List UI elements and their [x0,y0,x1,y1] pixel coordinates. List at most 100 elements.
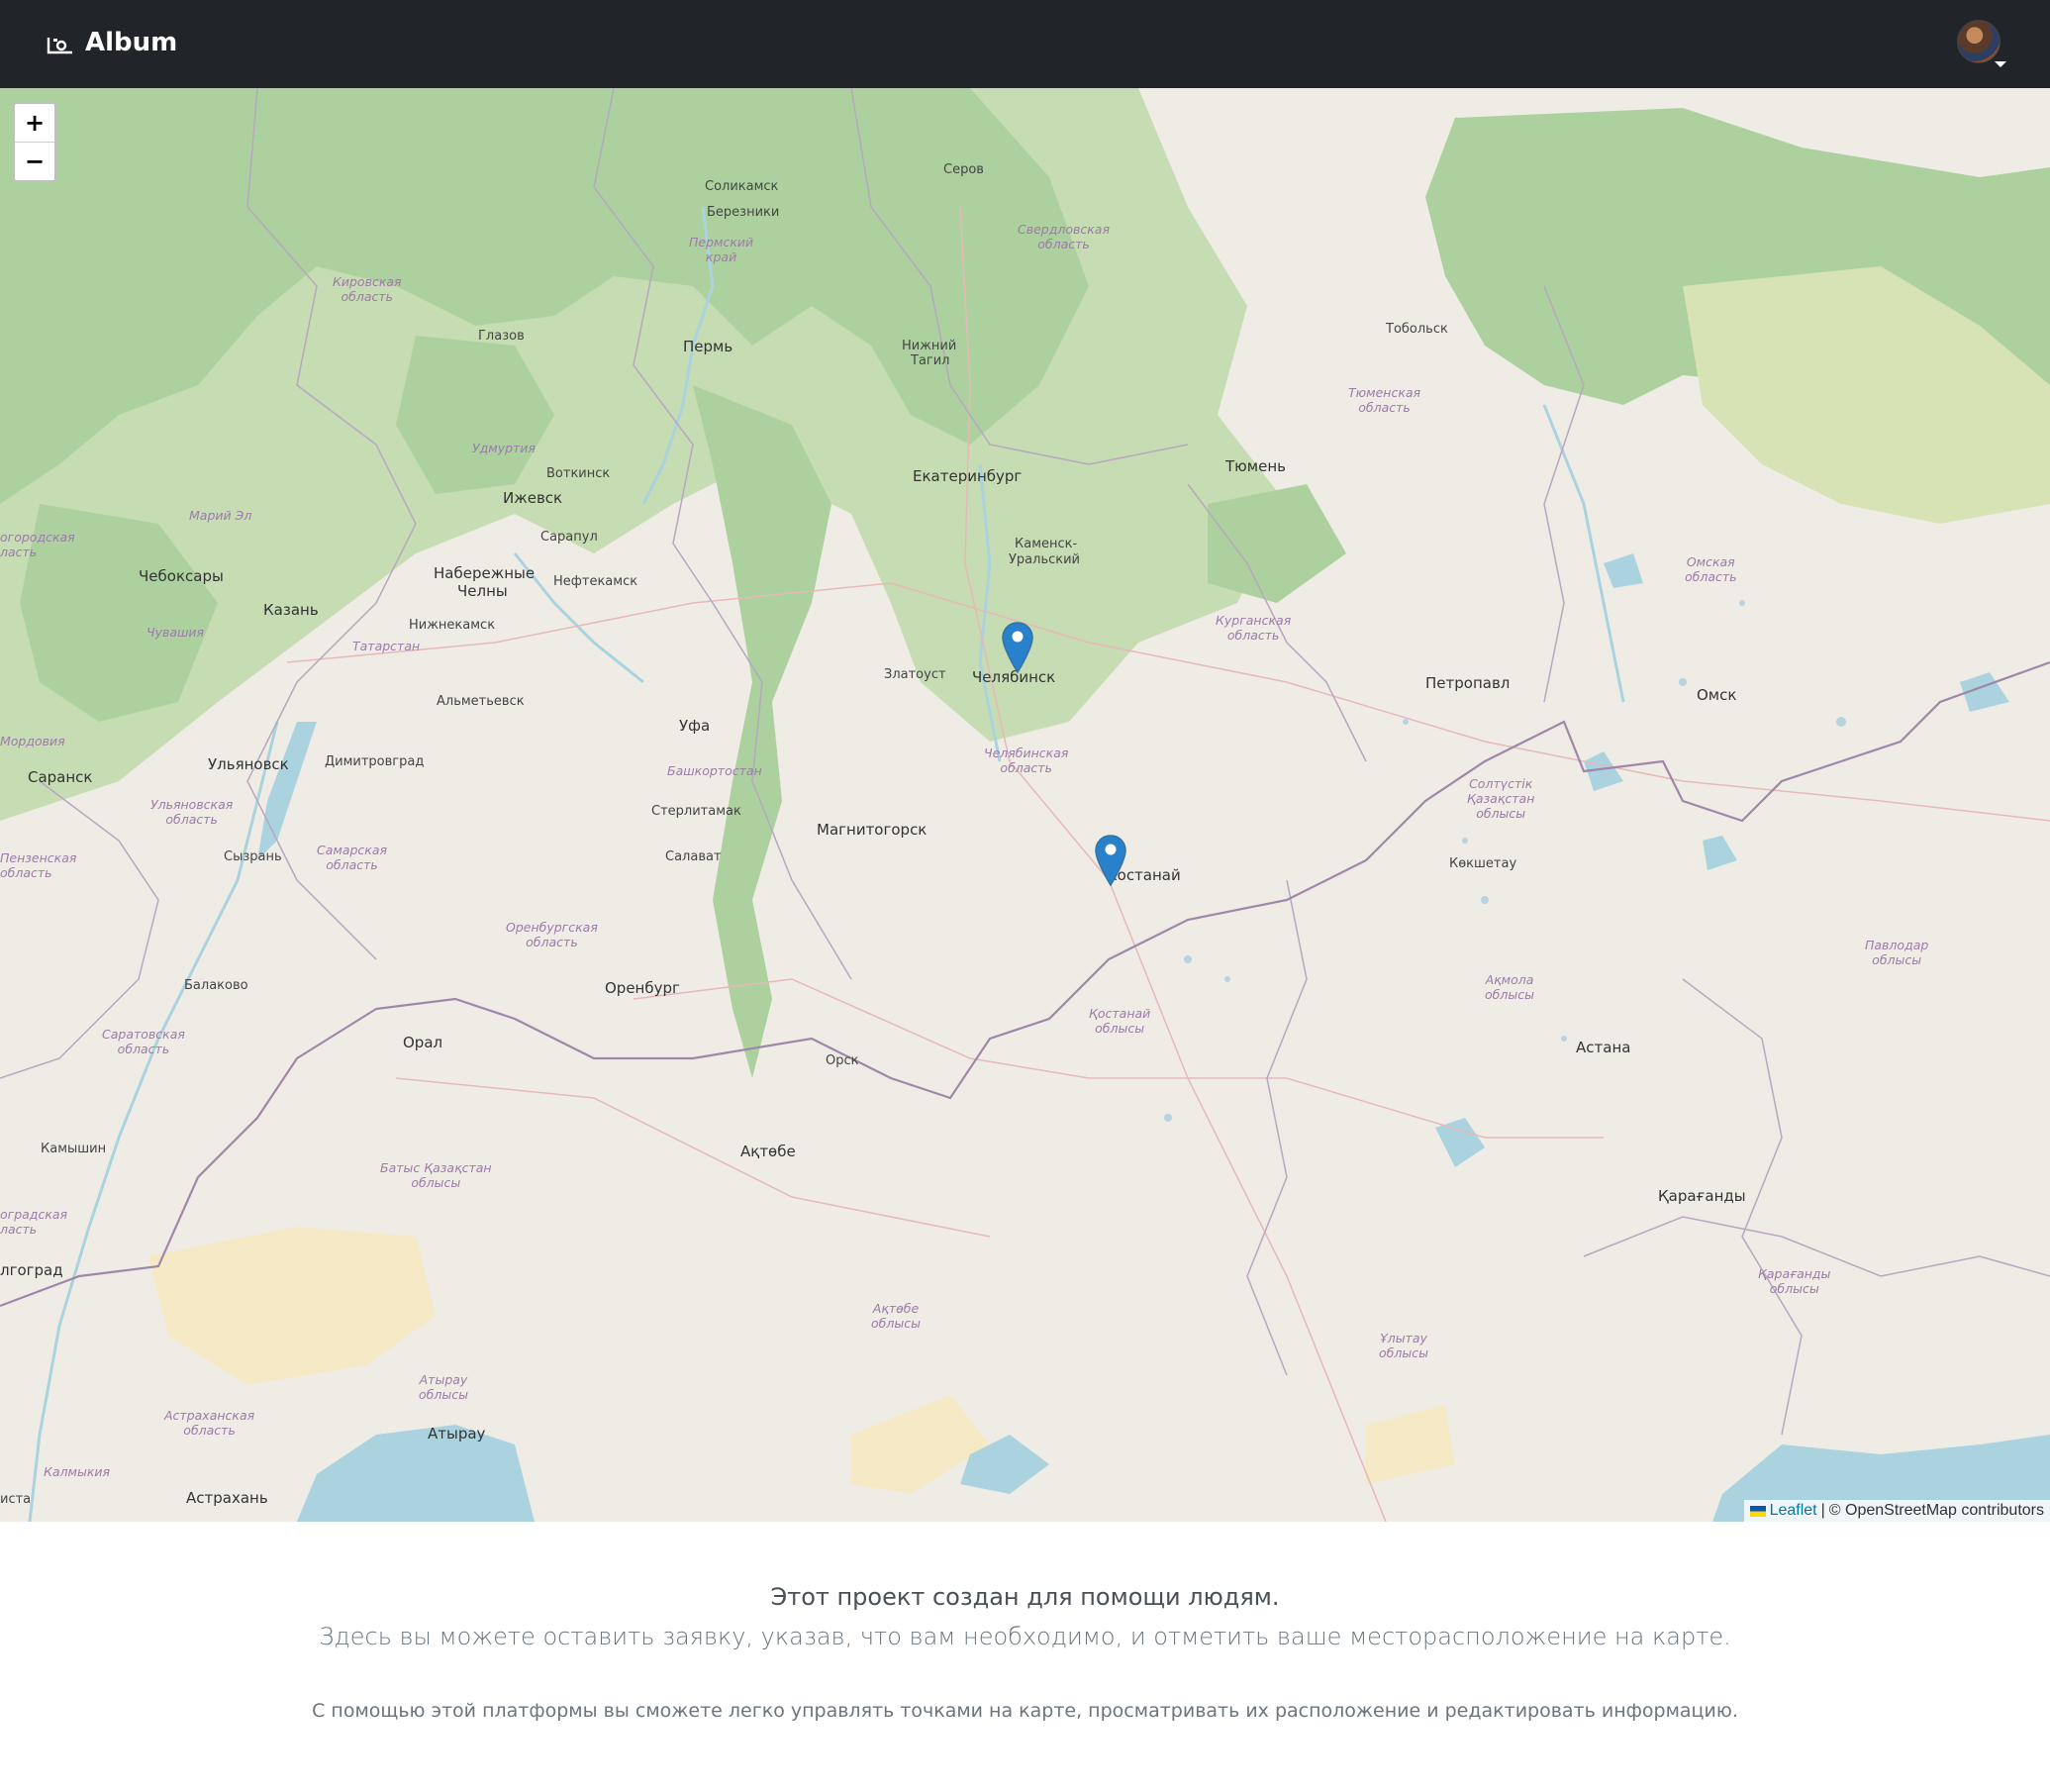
city-label: Уфа [679,717,711,735]
lead-text: Здесь вы можете оставить заявку, указав,… [319,1623,1731,1650]
city-label: Астана [1576,1039,1631,1056]
city-label: Златоуст [884,667,946,682]
city-label: Көкшетау [1449,856,1517,871]
map-marker-kostanay[interactable] [1094,834,1127,887]
city-label: Нижний [902,339,957,353]
leaflet-link[interactable]: Leaflet [1770,1502,1817,1520]
region-label: Самарская область [317,843,388,872]
region-label: Қостанай облысы [1089,1006,1151,1036]
city-label: Казань [263,601,319,619]
region-label: Мордовия [0,734,65,748]
region-label: Кировская область [333,274,402,304]
city-label: Петропавл [1425,674,1511,692]
region-label: Атырау облысы [419,1372,468,1402]
region-label: Пензенская область [0,850,77,880]
city-label: Орал [403,1034,443,1051]
region-label: огородская ласть [0,530,75,559]
city-label: Димитровград [325,754,425,769]
region-label: Челябинская область [984,746,1069,775]
city-label: Балаково [184,978,248,993]
region-label: Астраханская область [164,1408,255,1438]
region-label: Пермский край [689,235,754,264]
map-marker-chelyabinsk[interactable] [1001,621,1034,674]
city-label: Стерлитамак [651,804,741,819]
region-label: Оренбургская область [506,920,598,949]
city-label: Тюмень [1225,457,1286,475]
region-label: Калмыкия [44,1464,111,1479]
city-label: Омск [1697,686,1737,704]
city-label: Қарағанды [1658,1187,1746,1205]
region-label: Башкортостан [667,763,762,778]
map-attribution: Leaflet | © OpenStreetMap contributors [1743,1500,2050,1522]
city-label: лгоград [0,1261,63,1279]
city-label: Камышин [41,1142,107,1156]
zoom-out-button[interactable]: − [15,142,54,180]
city-label: Глазов [478,329,525,344]
avatar[interactable] [1957,20,2001,63]
city-label: Тагил [911,353,950,368]
city-label: Воткинск [546,466,611,481]
city-label: иста [0,1492,32,1507]
city-label: Каменск- [1015,537,1078,551]
city-label: Атырау [428,1425,486,1443]
region-label: Павлодар облысы [1865,938,1929,967]
city-label: Сызрань [224,849,282,864]
region-label: Ұлытау облысы [1379,1331,1428,1360]
zoom-in-button[interactable]: + [15,104,54,142]
attribution-separator: | [1820,1502,1825,1519]
headline: Этот проект создан для помощи людям. [770,1583,1280,1611]
region-label: Удмуртия [472,441,536,455]
map-tiles [0,88,2050,1522]
description-text: С помощью этой платформы вы сможете легк… [312,1700,1738,1722]
region-label: Солтүстік Қазақстан облысы [1467,776,1535,821]
region-label: Батыс Қазақстан облысы [380,1160,492,1190]
region-label: Чувашия [146,625,205,640]
city-label: Салават [665,849,722,864]
map[interactable]: Соликамск Березники Серов Глазов Пермь Н… [0,88,2050,1522]
brand-link[interactable]: Album [46,28,177,57]
city-label: Пермь [683,338,733,355]
region-label: Свердловская область [1018,222,1110,251]
region-label: Саратовская область [102,1027,185,1056]
city-label: Тобольск [1386,322,1448,337]
intro-section: Этот проект создан для помощи людям. Зде… [0,1522,2050,1722]
region-label: оградская ласть [0,1207,68,1237]
city-label: Нефтекамск [553,574,638,589]
city-label: Соликамск [705,179,779,194]
zoom-control: + − [13,102,56,182]
city-label: Альметьевск [437,694,525,709]
city-label: Оренбург [605,979,680,997]
city-label: Ижевск [503,489,563,507]
region-label: Ақтөбе облысы [871,1301,921,1331]
region-label: Омская область [1685,554,1737,584]
camera-icon [47,38,72,54]
region-label: Татарстан [352,639,421,653]
ukraine-flag-icon [1749,1505,1766,1517]
city-label: Ақтөбе [740,1143,796,1160]
region-label: Қарағанды облысы [1758,1266,1831,1296]
osm-attribution: © OpenStreetMap contributors [1828,1502,2044,1519]
city-label: Чебоксары [139,567,224,585]
city-label: Орск [826,1053,859,1068]
region-label: Тюменская область [1348,385,1421,415]
city-label: Ульяновск [208,755,289,773]
city-label: Набережные [434,564,536,582]
city-label: Магнитогорск [817,821,927,839]
city-label: Астрахань [186,1489,268,1507]
region-label: Ақмола облысы [1485,972,1534,1002]
navbar: Album [0,0,2050,88]
city-label: Челны [457,582,508,600]
city-label: Екатеринбург [913,467,1023,485]
city-label: Серов [943,162,984,177]
chevron-down-icon [1995,61,2006,67]
city-label: Уральский [1009,552,1081,567]
city-label: Березники [707,205,780,220]
brand-name: Album [85,28,178,57]
region-label: Ульяновская область [150,797,234,827]
region-label: Курганская область [1216,613,1292,643]
city-label: Саранск [28,768,93,786]
region-label: Марий Эл [189,508,252,523]
city-label: Нижнекамск [409,618,496,633]
user-menu[interactable] [1957,20,2006,69]
city-label: Сарапул [540,530,598,545]
